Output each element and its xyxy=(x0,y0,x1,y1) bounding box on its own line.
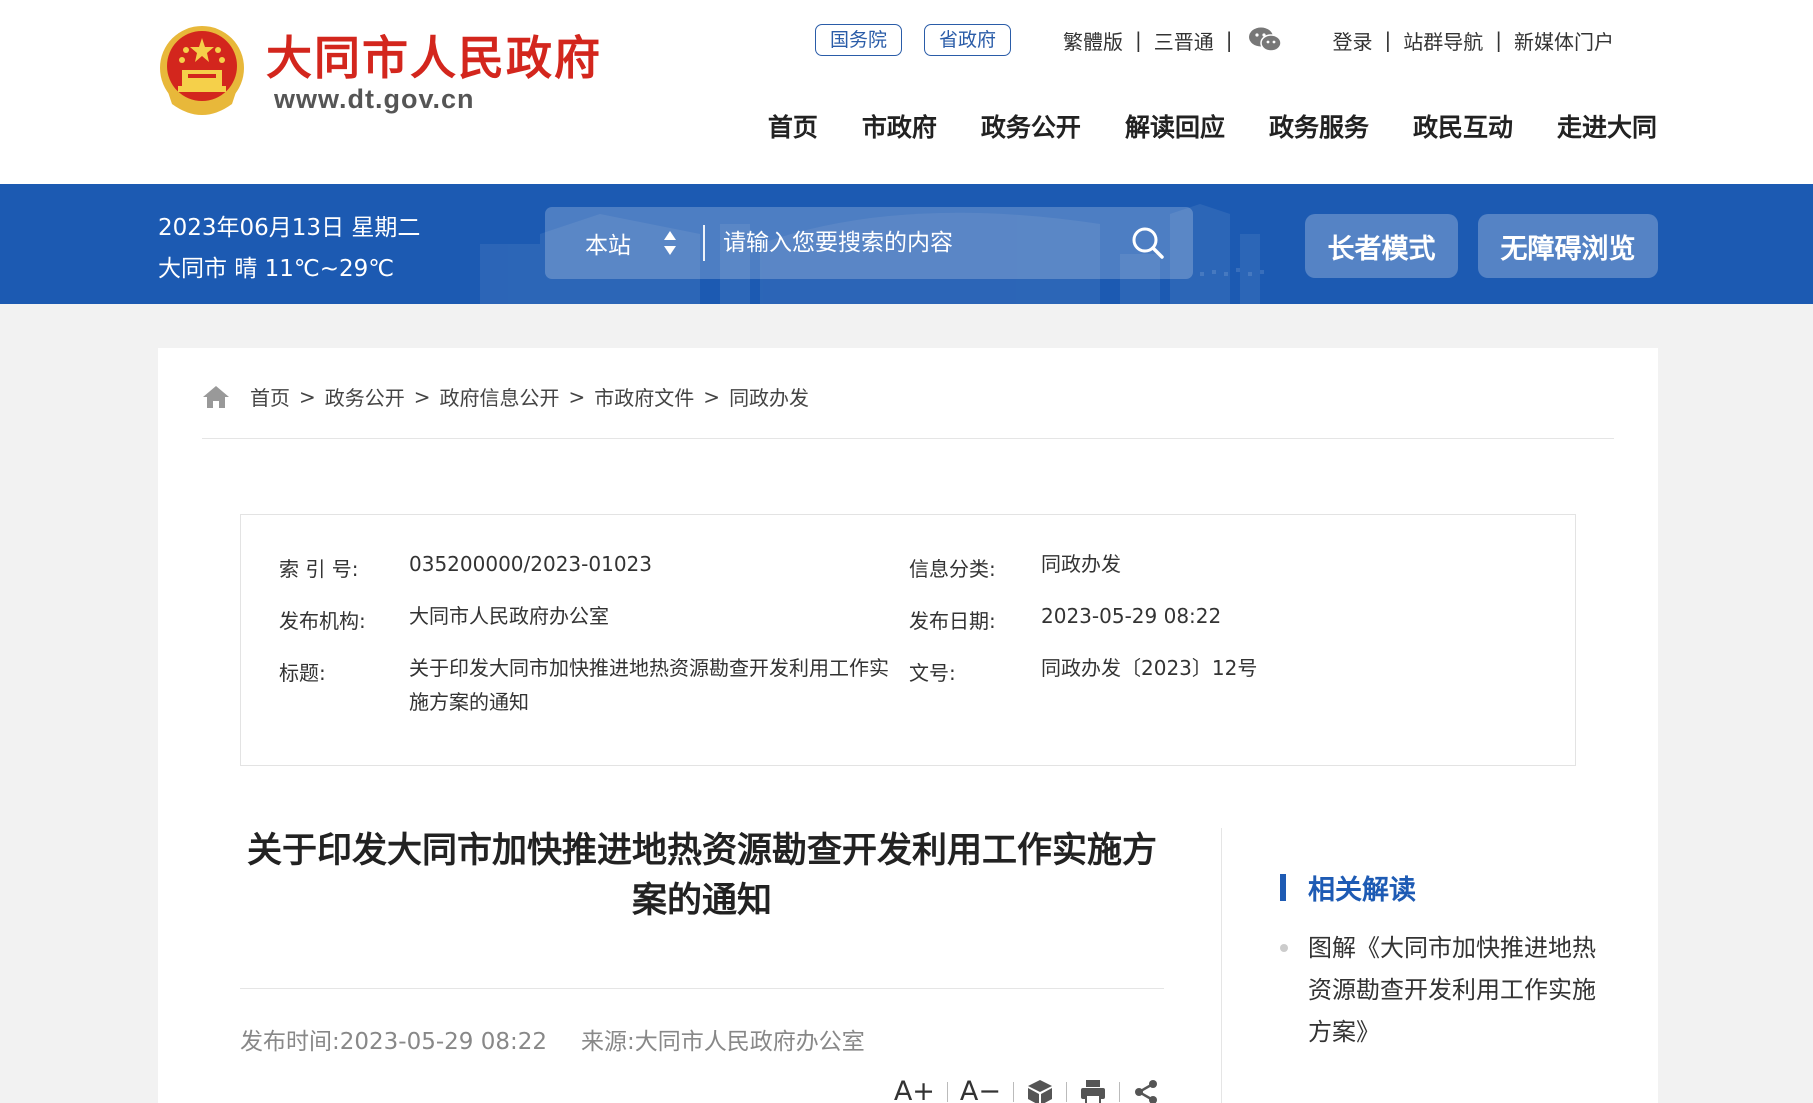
title-value: 关于印发大同市加快推进地热资源勘查开发利用工作实施方案的通知 xyxy=(409,656,889,714)
top-link-separator: | xyxy=(1384,28,1392,52)
article-title: 关于印发大同市加快推进地热资源勘查开发利用工作实施方案的通知 xyxy=(246,831,1157,921)
article-source: 来源:大同市人民政府办公室 xyxy=(581,1029,865,1055)
related-item-text[interactable]: 图解《大同市加快推进地热资源勘查开发利用工作实施方案》 xyxy=(1308,934,1596,1046)
title-label: 标题: xyxy=(279,661,326,685)
related-heading-text: 相关解读 xyxy=(1308,875,1416,906)
content-card: 首页 > 政务公开 > 政府信息公开 > 市政府文件 > 同政办发 索 引 号:… xyxy=(158,348,1658,1103)
nav-city-government[interactable]: 市政府 xyxy=(862,108,937,144)
traditional-chinese-link[interactable]: 繁體版 xyxy=(1063,26,1123,55)
index-number-label: 索 引 号: xyxy=(279,557,359,581)
site-group-nav-link[interactable]: 站群导航 xyxy=(1403,26,1483,55)
breadcrumb-separator: > xyxy=(299,384,316,409)
tool-separator xyxy=(1066,1081,1067,1102)
sanjintong-link[interactable]: 三晋通 xyxy=(1154,26,1214,55)
bullet-dot-icon xyxy=(1280,944,1288,952)
print-icon[interactable] xyxy=(1079,1078,1107,1103)
national-emblem-icon xyxy=(160,26,244,115)
breadcrumb-city-documents[interactable]: 市政府文件 xyxy=(594,382,694,411)
nav-government-services[interactable]: 政务服务 xyxy=(1269,108,1369,144)
related-interpretation: 相关解读 图解《大同市加快推进地热资源勘查开发利用工作实施方案》 xyxy=(1280,868,1610,1053)
site-name[interactable]: 大同市人民政府 xyxy=(266,22,602,88)
current-date: 2023年06月13日 星期二 xyxy=(158,215,421,241)
search-icon[interactable] xyxy=(1131,226,1165,260)
top-link-separator: | xyxy=(1225,28,1233,52)
home-icon[interactable] xyxy=(202,385,230,409)
related-item[interactable]: 图解《大同市加快推进地热资源勘查开发利用工作实施方案》 xyxy=(1280,927,1610,1053)
content-vertical-divider xyxy=(1221,828,1222,1103)
main-nav: 首页 市政府 政务公开 解读回应 政务服务 政民互动 走进大同 xyxy=(724,108,1657,144)
date-weather: 2023年06月13日 星期二 大同市 晴 11℃~29℃ xyxy=(158,208,420,290)
heading-accent-bar xyxy=(1280,874,1286,901)
article-tools: A+ A− xyxy=(894,1076,1160,1103)
breadcrumb-separator: > xyxy=(568,384,586,409)
publisher-value: 大同市人民政府办公室 xyxy=(409,604,609,628)
breadcrumb: 首页 > 政务公开 > 政府信息公开 > 市政府文件 > 同政办发 xyxy=(202,382,809,411)
index-number-value: 035200000/2023-01023 xyxy=(409,552,652,576)
search-scope-select[interactable]: 本站 xyxy=(545,226,703,260)
state-council-link[interactable]: 国务院 xyxy=(815,24,903,56)
publish-time: 发布时间:2023-05-29 08:22 xyxy=(240,1029,548,1055)
sort-arrows-icon xyxy=(664,231,676,255)
breadcrumb-info-disclosure[interactable]: 政府信息公开 xyxy=(440,382,560,411)
box-icon[interactable] xyxy=(1026,1078,1054,1103)
article: 关于印发大同市加快推进地热资源勘查开发利用工作实施方案的通知 发布时间:2023… xyxy=(240,828,1164,1103)
nav-government-affairs-open[interactable]: 政务公开 xyxy=(981,108,1081,144)
nav-interaction[interactable]: 政民互动 xyxy=(1413,108,1513,144)
article-meta: 发布时间:2023-05-29 08:22 来源:大同市人民政府办公室 xyxy=(240,1022,865,1056)
new-media-link[interactable]: 新媒体门户 xyxy=(1514,26,1614,55)
search-scope-value: 本站 xyxy=(585,233,631,259)
publish-date-label: 发布日期: xyxy=(909,609,996,633)
tool-separator xyxy=(1013,1081,1014,1102)
related-heading: 相关解读 xyxy=(1280,868,1610,907)
breadcrumb-separator: > xyxy=(703,384,721,409)
category-value: 同政办发 xyxy=(1041,552,1121,576)
font-decrease-button[interactable]: A− xyxy=(960,1076,1001,1103)
search-input[interactable] xyxy=(723,230,1131,256)
publisher-label: 发布机构: xyxy=(279,609,366,633)
wechat-icon[interactable] xyxy=(1247,26,1283,54)
breadcrumb-home[interactable]: 首页 xyxy=(250,382,290,411)
current-weather: 大同市 晴 11℃~29℃ xyxy=(158,256,395,282)
document-info-table: 索 引 号: 035200000/2023-01023 信息分类: 同政办发 发… xyxy=(240,514,1576,766)
breadcrumb-affairs-open[interactable]: 政务公开 xyxy=(325,382,405,411)
nav-about-datong[interactable]: 走进大同 xyxy=(1557,108,1657,144)
accessibility-button[interactable]: 无障碍浏览 xyxy=(1478,214,1658,278)
info-search-bar: 2023年06月13日 星期二 大同市 晴 11℃~29℃ 本站 长者模式 无障… xyxy=(0,184,1813,304)
document-number-label: 文号: xyxy=(909,661,956,685)
article-title-divider xyxy=(240,988,1164,989)
breadcrumb-separator: > xyxy=(413,384,431,409)
font-increase-button[interactable]: A+ xyxy=(894,1076,935,1103)
nav-interpretation[interactable]: 解读回应 xyxy=(1125,108,1225,144)
search-divider xyxy=(703,225,705,261)
share-icon[interactable] xyxy=(1132,1078,1160,1103)
login-link[interactable]: 登录 xyxy=(1333,26,1373,55)
elder-mode-button[interactable]: 长者模式 xyxy=(1305,214,1458,278)
tool-separator xyxy=(946,1081,948,1102)
tool-separator xyxy=(1119,1081,1120,1102)
document-number-value: 同政办发〔2023〕12号 xyxy=(1041,656,1258,680)
nav-home[interactable]: 首页 xyxy=(768,108,818,144)
breadcrumb-divider xyxy=(202,438,1614,439)
top-links: 国务院 省政府 繁體版 | 三晋通 | 登录 | 站群导航 | 新媒体门户 xyxy=(815,23,1614,57)
breadcrumb-tongzhengbanfa[interactable]: 同政办发 xyxy=(729,382,809,411)
province-gov-link[interactable]: 省政府 xyxy=(924,24,1012,56)
site-url[interactable]: www.dt.gov.cn xyxy=(274,84,475,115)
site-header: 大同市人民政府 www.dt.gov.cn 国务院 省政府 繁體版 | 三晋通 … xyxy=(0,0,1813,184)
publish-date-value: 2023-05-29 08:22 xyxy=(1041,604,1222,628)
top-link-separator: | xyxy=(1495,28,1503,52)
search-box: 本站 xyxy=(545,207,1193,279)
category-label: 信息分类: xyxy=(909,557,996,581)
top-link-separator: | xyxy=(1135,28,1142,52)
